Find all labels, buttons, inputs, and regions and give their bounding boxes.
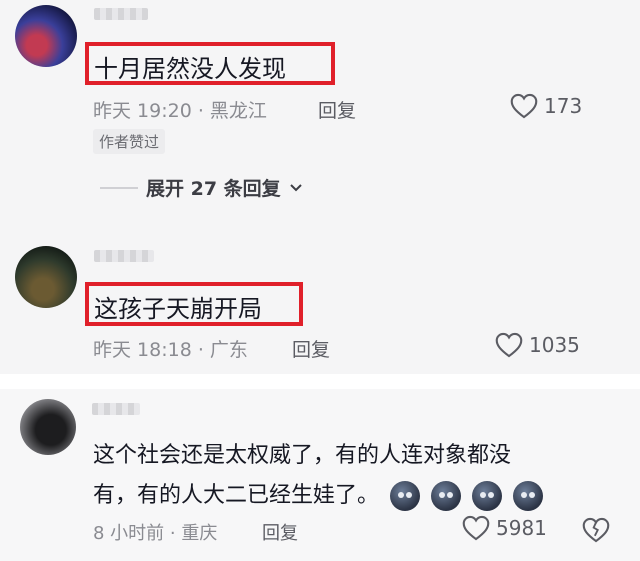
comment-text: 这孩子天崩开局 bbox=[94, 295, 262, 323]
smile-emoji-icon bbox=[513, 481, 544, 511]
comment-text-line2-content: 有，有的人大二已经生娃了。 bbox=[93, 483, 380, 508]
username-blurred[interactable] bbox=[94, 250, 154, 262]
reply-button[interactable]: 回复 bbox=[292, 335, 330, 362]
avatar[interactable] bbox=[20, 399, 76, 455]
expand-replies-label: 展开 27 条回复 bbox=[146, 178, 281, 200]
comment-meta: 8 小时前 · 重庆 bbox=[93, 523, 218, 544]
comment-text: 十月居然没人发现 bbox=[94, 55, 286, 83]
reply-button[interactable]: 回复 bbox=[318, 96, 356, 123]
heart-icon bbox=[510, 93, 538, 119]
like-count: 1035 bbox=[529, 333, 580, 357]
comment-text-line1: 这个社会还是太权威了，有的人连对象都没 bbox=[93, 443, 512, 468]
comment-meta: 昨天 18:18 · 广东 bbox=[93, 339, 248, 361]
like-count: 5981 bbox=[496, 516, 547, 540]
avatar[interactable] bbox=[15, 5, 77, 67]
username-blurred[interactable] bbox=[94, 8, 148, 20]
smile-emoji-icon bbox=[472, 481, 503, 511]
expand-replies-button[interactable]: 展开 27 条回复 bbox=[100, 174, 303, 201]
dislike-broken-heart-icon[interactable] bbox=[582, 517, 610, 543]
comment-text-line2: 有，有的人大二已经生娃了。 bbox=[93, 477, 544, 511]
heart-icon bbox=[462, 515, 490, 541]
like-button[interactable]: 5981 bbox=[462, 515, 547, 541]
smile-emoji-icon bbox=[390, 481, 421, 511]
smile-emoji-icon bbox=[431, 481, 462, 511]
like-button[interactable]: 1035 bbox=[495, 332, 580, 358]
username-blurred[interactable] bbox=[92, 403, 140, 415]
chevron-down-icon bbox=[289, 183, 302, 191]
comment-meta: 昨天 19:20 · 黑龙江 bbox=[93, 100, 267, 122]
heart-icon bbox=[495, 332, 523, 358]
reply-button[interactable]: 回复 bbox=[262, 519, 298, 545]
like-count: 173 bbox=[544, 94, 583, 118]
comment-panel-top: 十月居然没人发现 昨天 19:20 · 黑龙江 回复 173 作者赞过 展开 2… bbox=[0, 0, 640, 374]
divider-line bbox=[100, 186, 138, 189]
like-button[interactable]: 173 bbox=[510, 93, 582, 119]
comment-panel-bottom: 这个社会还是太权威了，有的人连对象都没 有，有的人大二已经生娃了。 8 小时前 … bbox=[0, 389, 640, 561]
author-liked-badge: 作者赞过 bbox=[93, 129, 166, 154]
avatar[interactable] bbox=[15, 246, 77, 308]
